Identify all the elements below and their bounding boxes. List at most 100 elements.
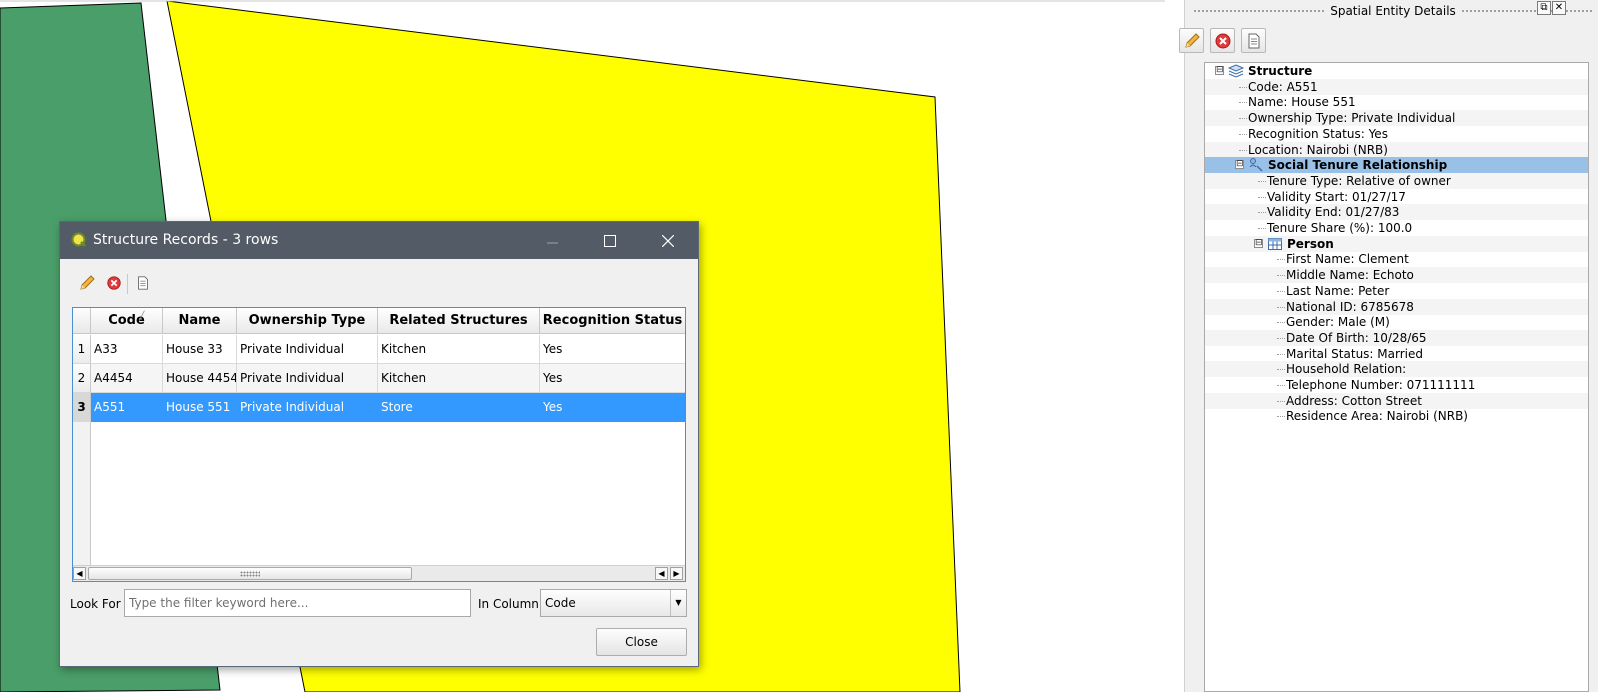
tree-item[interactable]: Tenure Share (%): 100.0 xyxy=(1205,220,1588,236)
table-cell[interactable]: Yes xyxy=(540,335,685,364)
tree-item[interactable]: ⊟ Structure xyxy=(1205,63,1588,79)
tree-item-label: Residence Area: Nairobi (NRB) xyxy=(1286,409,1468,424)
document-icon xyxy=(137,275,148,290)
dock-titlebar[interactable]: Spatial Entity Details xyxy=(1193,2,1593,20)
edit-button[interactable] xyxy=(1179,28,1204,53)
structure-records-dialog: Structure Records - 3 rows ◀ ◀ ▶ Code ╱ … xyxy=(59,221,699,667)
row-number[interactable]: 1 xyxy=(73,335,91,364)
dock-title: Spatial Entity Details xyxy=(1324,4,1462,18)
horizontal-scrollbar[interactable]: ◀ ◀ ▶ xyxy=(73,565,685,581)
look-for-label: Look For xyxy=(70,597,121,611)
edit-record-button[interactable] xyxy=(74,270,99,295)
tree-connector xyxy=(1277,290,1285,292)
maximize-button[interactable] xyxy=(587,222,633,259)
collapse-icon[interactable]: ⊟ xyxy=(1254,238,1263,248)
tree-item-label: National ID: 6785678 xyxy=(1286,299,1414,314)
collapse-icon[interactable]: ⊟ xyxy=(1235,160,1244,170)
tree-item[interactable]: Ownership Type: Private Individual xyxy=(1205,110,1588,127)
close-button[interactable]: Close xyxy=(596,628,687,656)
tree-connector xyxy=(1239,86,1247,88)
column-header[interactable]: Recognition Status xyxy=(540,308,685,334)
table-cell[interactable]: A551 xyxy=(91,393,163,422)
row-number[interactable]: 2 xyxy=(73,364,91,393)
row-header-filler xyxy=(73,422,91,566)
tree-item-label: Gender: Male (M) xyxy=(1286,315,1390,330)
tree-item[interactable]: ⊟ Person xyxy=(1205,235,1588,252)
scroll-right-icon[interactable]: ▶ xyxy=(670,567,683,580)
remove-button[interactable] xyxy=(1210,28,1235,53)
table-cell[interactable]: Yes xyxy=(540,364,685,393)
tree-item[interactable]: Household Relation: xyxy=(1205,361,1588,378)
tree-item[interactable]: Address: Cotton Street xyxy=(1205,392,1588,409)
tree-connector xyxy=(1277,337,1285,339)
table-cell[interactable]: Kitchen xyxy=(378,335,540,364)
tree-item[interactable]: ⊟ Social Tenure Relationship xyxy=(1205,157,1588,174)
chevron-down-icon: ▼ xyxy=(670,590,686,616)
column-header[interactable]: Ownership Type xyxy=(237,308,378,334)
str-icon xyxy=(1248,157,1264,173)
tree-item-label: Marital Status: Married xyxy=(1286,346,1423,361)
tree-item-label: Social Tenure Relationship xyxy=(1268,158,1448,173)
table-cell[interactable]: Private Individual xyxy=(237,364,378,393)
minimize-button[interactable] xyxy=(530,222,576,259)
tree-item[interactable]: Validity Start: 01/27/17 xyxy=(1205,189,1588,205)
tree-connector xyxy=(1277,322,1285,324)
tree-item[interactable]: Marital Status: Married xyxy=(1205,346,1588,362)
tree-connector xyxy=(1277,306,1285,308)
view-document-button[interactable] xyxy=(1241,28,1266,53)
tree-item-label: Last Name: Peter xyxy=(1286,283,1390,298)
table-cell[interactable]: Store xyxy=(378,393,540,422)
filter-input[interactable] xyxy=(124,589,471,617)
column-header[interactable]: Name xyxy=(163,308,237,334)
tree-item[interactable]: Name: House 551 xyxy=(1205,94,1588,110)
tree-item[interactable]: Last Name: Peter xyxy=(1205,283,1588,299)
scroll-left-icon[interactable]: ◀ xyxy=(73,567,86,580)
tree-item[interactable]: Telephone Number: 071111111 xyxy=(1205,377,1588,393)
tree-item[interactable]: Tenure Type: Relative of owner xyxy=(1205,172,1588,189)
close-dock-icon[interactable]: ✕ xyxy=(1552,1,1566,15)
tree-item[interactable]: Recognition Status: Yes xyxy=(1205,126,1588,142)
tree-item[interactable]: Middle Name: Echoto xyxy=(1205,267,1588,284)
table-cell[interactable]: Kitchen xyxy=(378,364,540,393)
table-cell[interactable]: Yes xyxy=(540,393,685,422)
table-cell[interactable]: House 4454 xyxy=(163,364,237,393)
tree-item[interactable]: National ID: 6785678 xyxy=(1205,298,1588,315)
entity-tree[interactable]: ⊟ Structure Code: A551 Name: House 551 Owner… xyxy=(1204,62,1589,692)
tree-item[interactable]: First Name: Clement xyxy=(1205,251,1588,267)
pencil-icon xyxy=(79,274,95,290)
column-header[interactable]: Code xyxy=(91,308,163,334)
view-record-button[interactable] xyxy=(130,270,155,295)
close-window-button[interactable] xyxy=(645,222,691,259)
remove-record-button[interactable] xyxy=(101,270,126,295)
toolbar-separator xyxy=(127,274,128,294)
tree-item[interactable]: Gender: Male (M) xyxy=(1205,314,1588,330)
tree-item[interactable]: Residence Area: Nairobi (NRB) xyxy=(1205,408,1588,424)
records-table[interactable]: ◀ ◀ ▶ Code ╱ Name Ownership Type Related Str… xyxy=(72,307,686,582)
collapse-icon[interactable]: ⊟ xyxy=(1215,66,1224,75)
float-dock-icon[interactable]: ⧉ xyxy=(1537,1,1551,15)
tree-connector xyxy=(1258,196,1266,198)
tree-connector xyxy=(1258,180,1266,182)
tree-item[interactable]: Location: Nairobi (NRB) xyxy=(1205,141,1588,158)
dialog-titlebar[interactable]: Structure Records - 3 rows xyxy=(60,222,698,259)
tree-item-label: Structure xyxy=(1248,64,1313,78)
row-number[interactable]: 3 xyxy=(73,393,91,422)
table-cell[interactable]: Private Individual xyxy=(237,335,378,364)
scroll-left-end-icon[interactable]: ◀ xyxy=(655,567,668,580)
tree-item[interactable]: Validity End: 01/27/83 xyxy=(1205,204,1588,221)
table-cell[interactable]: Private Individual xyxy=(237,393,378,422)
table-cell[interactable]: House 33 xyxy=(163,335,237,364)
close-icon xyxy=(662,234,674,247)
remove-icon xyxy=(1215,33,1230,48)
tree-item-label: Name: House 551 xyxy=(1248,95,1356,110)
tree-item[interactable]: Code: A551 xyxy=(1205,78,1588,95)
tree-connector xyxy=(1277,353,1285,355)
table-cell[interactable]: House 551 xyxy=(163,393,237,422)
table-cell[interactable]: A4454 xyxy=(91,364,163,393)
scrollbar-thumb[interactable] xyxy=(88,567,412,580)
tree-item[interactable]: Date Of Birth: 10/28/65 xyxy=(1205,329,1588,346)
column-header[interactable]: Related Structures xyxy=(378,308,540,334)
column-select[interactable]: Code ▼ xyxy=(540,589,687,617)
table-corner[interactable] xyxy=(73,308,91,334)
table-cell[interactable]: A33 xyxy=(91,335,163,364)
